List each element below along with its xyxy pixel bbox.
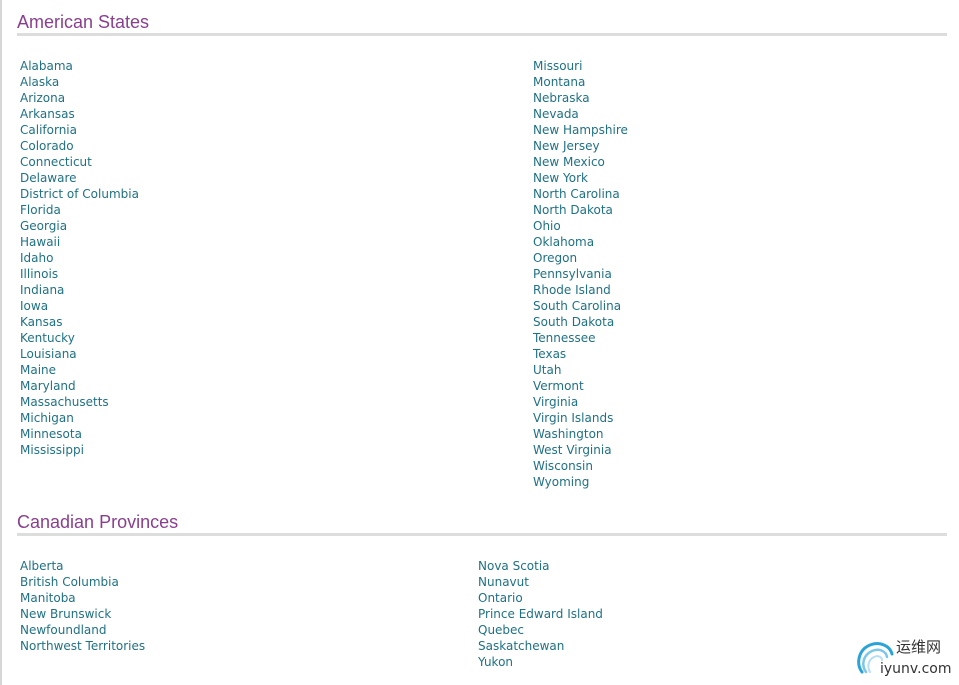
state-link[interactable]: Utah xyxy=(533,362,628,378)
provinces-column-2: Nova Scotia Nunavut Ontario Prince Edward I… xyxy=(478,558,603,670)
state-link[interactable]: Michigan xyxy=(20,410,139,426)
state-link[interactable]: New Hampshire xyxy=(533,122,628,138)
state-link[interactable]: Vermont xyxy=(533,378,628,394)
state-link[interactable]: Delaware xyxy=(20,170,139,186)
state-link[interactable]: Kentucky xyxy=(20,330,139,346)
state-link[interactable]: Kansas xyxy=(20,314,139,330)
states-column-1: Alabama Alaska Arizona Arkansas California Co… xyxy=(20,58,139,458)
state-link[interactable]: Oklahoma xyxy=(533,234,628,250)
province-link[interactable]: Newfoundland xyxy=(20,622,145,638)
state-link[interactable]: Wyoming xyxy=(533,474,628,490)
state-link[interactable]: Rhode Island xyxy=(533,282,628,298)
state-link[interactable]: Maryland xyxy=(20,378,139,394)
state-link[interactable]: Alaska xyxy=(20,74,139,90)
state-link[interactable]: Idaho xyxy=(20,250,139,266)
state-link[interactable]: Texas xyxy=(533,346,628,362)
state-link[interactable]: Washington xyxy=(533,426,628,442)
state-link[interactable]: Arkansas xyxy=(20,106,139,122)
state-link[interactable]: Missouri xyxy=(533,58,628,74)
state-link[interactable]: North Carolina xyxy=(533,186,628,202)
state-link[interactable]: Florida xyxy=(20,202,139,218)
state-link[interactable]: California xyxy=(20,122,139,138)
state-link[interactable]: West Virginia xyxy=(533,442,628,458)
page: American States Alabama Alaska Arizona Arka… xyxy=(0,0,959,685)
state-link[interactable]: District of Columbia xyxy=(20,186,139,202)
province-link[interactable]: Yukon xyxy=(478,654,603,670)
state-link[interactable]: Pennsylvania xyxy=(533,266,628,282)
province-link[interactable]: Ontario xyxy=(478,590,603,606)
canadian-provinces-divider xyxy=(17,533,947,536)
state-link[interactable]: New Jersey xyxy=(533,138,628,154)
province-link[interactable]: Quebec xyxy=(478,622,603,638)
state-link[interactable]: Colorado xyxy=(20,138,139,154)
state-link[interactable]: Georgia xyxy=(20,218,139,234)
province-link[interactable]: Prince Edward Island xyxy=(478,606,603,622)
watermark-logo: 运维网 iyunv.com xyxy=(852,634,956,682)
state-link[interactable]: Virginia xyxy=(533,394,628,410)
province-link[interactable]: British Columbia xyxy=(20,574,145,590)
state-link[interactable]: Minnesota xyxy=(20,426,139,442)
state-link[interactable]: Tennessee xyxy=(533,330,628,346)
watermark-chinese-text: 运维网 xyxy=(896,638,942,656)
state-link[interactable]: Nebraska xyxy=(533,90,628,106)
american-states-heading: American States xyxy=(17,12,150,32)
state-link[interactable]: New Mexico xyxy=(533,154,628,170)
state-link[interactable]: Nevada xyxy=(533,106,628,122)
state-link[interactable]: Montana xyxy=(533,74,628,90)
state-link[interactable]: Illinois xyxy=(20,266,139,282)
province-link[interactable]: Nunavut xyxy=(478,574,603,590)
state-link[interactable]: South Dakota xyxy=(533,314,628,330)
state-link[interactable]: Oregon xyxy=(533,250,628,266)
state-link[interactable]: Mississippi xyxy=(20,442,139,458)
state-link[interactable]: Indiana xyxy=(20,282,139,298)
state-link[interactable]: Louisiana xyxy=(20,346,139,362)
state-link[interactable]: Maine xyxy=(20,362,139,378)
state-link[interactable]: South Carolina xyxy=(533,298,628,314)
state-link[interactable]: North Dakota xyxy=(533,202,628,218)
state-link[interactable]: Ohio xyxy=(533,218,628,234)
states-column-2: Missouri Montana Nebraska Nevada New Hampshi… xyxy=(533,58,628,490)
state-link[interactable]: Iowa xyxy=(20,298,139,314)
canadian-provinces-heading: Canadian Provinces xyxy=(17,512,179,532)
province-link[interactable]: Saskatchewan xyxy=(478,638,603,654)
state-link[interactable]: Virgin Islands xyxy=(533,410,628,426)
state-link[interactable]: Connecticut xyxy=(20,154,139,170)
american-states-divider xyxy=(17,33,947,36)
province-link[interactable]: Northwest Territories xyxy=(20,638,145,654)
watermark-site-text: iyunv.com xyxy=(880,661,952,677)
state-link[interactable]: Wisconsin xyxy=(533,458,628,474)
province-link[interactable]: Nova Scotia xyxy=(478,558,603,574)
provinces-column-1: Alberta British Columbia Manitoba New Bruns… xyxy=(20,558,145,654)
state-link[interactable]: Hawaii xyxy=(20,234,139,250)
page-left-border xyxy=(0,0,2,685)
state-link[interactable]: New York xyxy=(533,170,628,186)
province-link[interactable]: Manitoba xyxy=(20,590,145,606)
province-link[interactable]: Alberta xyxy=(20,558,145,574)
state-link[interactable]: Massachusetts xyxy=(20,394,139,410)
state-link[interactable]: Arizona xyxy=(20,90,139,106)
province-link[interactable]: New Brunswick xyxy=(20,606,145,622)
state-link[interactable]: Alabama xyxy=(20,58,139,74)
